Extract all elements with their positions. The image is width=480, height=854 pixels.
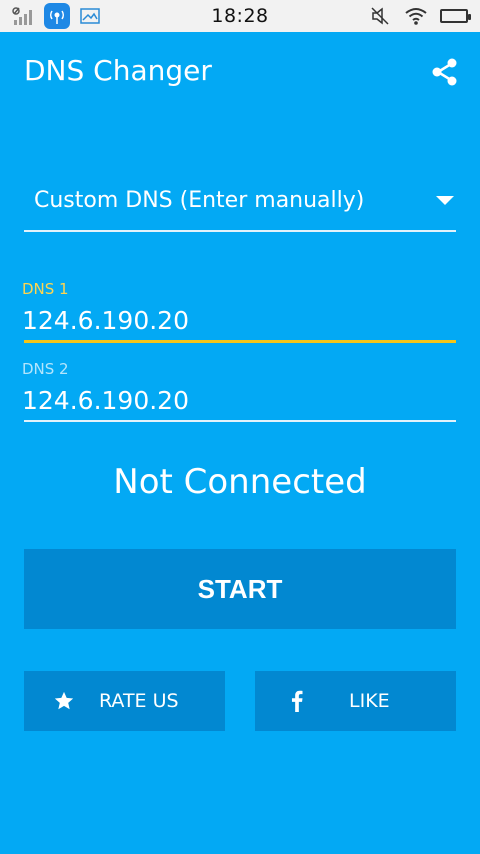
- dns2-underline: [24, 420, 456, 422]
- dropdown-arrow-icon: [436, 196, 454, 205]
- app-bar: DNS Changer: [0, 32, 480, 112]
- facebook-icon: [285, 689, 309, 713]
- dns2-input[interactable]: [22, 378, 456, 422]
- dns2-label: DNS 2: [22, 360, 69, 378]
- wifi-icon: [404, 4, 428, 28]
- dns1-underline: [24, 340, 456, 343]
- battery-icon: [440, 9, 471, 23]
- dns1-label: DNS 1: [22, 280, 69, 298]
- star-icon: [52, 689, 76, 713]
- status-right-icons: [368, 4, 471, 28]
- start-button[interactable]: START: [24, 549, 456, 629]
- like-label: LIKE: [349, 690, 390, 712]
- share-icon[interactable]: [432, 58, 458, 86]
- dns-provider-selected: Custom DNS (Enter manually): [34, 188, 365, 213]
- mute-icon: [368, 4, 392, 28]
- dns-provider-dropdown[interactable]: Custom DNS (Enter manually): [24, 172, 456, 232]
- app-title: DNS Changer: [24, 54, 212, 87]
- status-bar: 18:28: [0, 0, 480, 32]
- rate-us-button[interactable]: RATE US: [24, 671, 225, 731]
- rate-us-label: RATE US: [99, 690, 179, 712]
- dns1-input[interactable]: [22, 298, 456, 342]
- connection-status: Not Connected: [113, 462, 367, 502]
- like-button[interactable]: LIKE: [255, 671, 456, 731]
